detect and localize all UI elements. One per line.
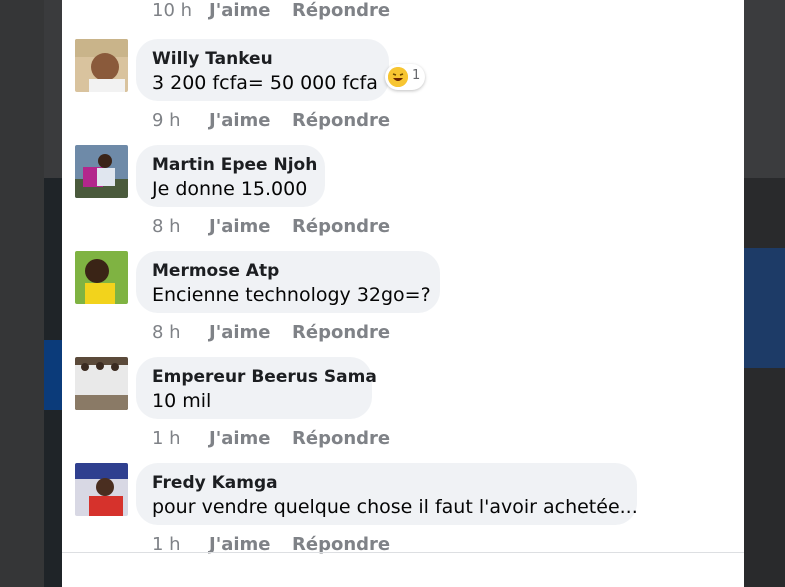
comment-item: Willy Tankeu 3 200 fcfa= 50 000 fcfa 1 9… bbox=[75, 39, 735, 135]
comment-time: 9 h bbox=[152, 110, 181, 131]
comment-time: 8 h bbox=[152, 322, 181, 343]
comment-author[interactable]: Fredy Kamga bbox=[152, 473, 278, 493]
background-right bbox=[744, 0, 785, 178]
comment-item: Fredy Kamga pour vendre quelque chose il… bbox=[75, 463, 735, 559]
avatar-image bbox=[75, 145, 128, 198]
comment-item: Mermose Atp Encienne technology 32go=? 8… bbox=[75, 251, 735, 347]
comment-author[interactable]: Willy Tankeu bbox=[152, 49, 273, 69]
avatar-image bbox=[75, 357, 128, 410]
reply-link[interactable]: Répondre bbox=[292, 322, 390, 343]
comment-text: Encienne technology 32go=? bbox=[152, 284, 431, 306]
avatar[interactable] bbox=[75, 463, 128, 516]
like-link[interactable]: J'aime bbox=[209, 110, 271, 131]
avatar[interactable] bbox=[75, 251, 128, 304]
comment-bubble: Empereur Beerus Sama 10 mil bbox=[136, 357, 377, 419]
comment-author[interactable]: Mermose Atp bbox=[152, 261, 279, 281]
avatar-image bbox=[75, 251, 128, 304]
comments-panel: 10 h J'aime Répondre Willy Tankeu 3 200 … bbox=[62, 0, 744, 587]
like-link[interactable]: J'aime bbox=[209, 428, 271, 449]
avatar-image bbox=[75, 39, 128, 92]
background-right-photo-accent bbox=[744, 248, 785, 368]
avatar[interactable] bbox=[75, 39, 128, 92]
comment-author[interactable]: Empereur Beerus Sama bbox=[152, 367, 377, 387]
comment-time: 10 h bbox=[152, 0, 193, 21]
avatar[interactable] bbox=[75, 357, 128, 410]
reply-link[interactable]: Répondre bbox=[292, 110, 390, 131]
comment-text: 10 mil bbox=[152, 390, 212, 412]
comment-author[interactable]: Martin Epee Njoh bbox=[152, 155, 317, 175]
comment-time: 1 h bbox=[152, 428, 181, 449]
like-link[interactable]: J'aime bbox=[209, 216, 271, 237]
reply-link[interactable]: Répondre bbox=[292, 216, 390, 237]
comment-time: 8 h bbox=[152, 216, 181, 237]
comment-bubble: Mermose Atp Encienne technology 32go=? bbox=[136, 251, 440, 313]
comment-text: Je donne 15.000 bbox=[152, 178, 308, 200]
background-right-photo bbox=[744, 178, 785, 587]
laugh-emoji-icon bbox=[388, 67, 408, 87]
reply-link[interactable]: Répondre bbox=[292, 0, 390, 21]
background-left-photo-accent bbox=[44, 340, 62, 410]
comment-bubble: Martin Epee Njoh Je donne 15.000 bbox=[136, 145, 325, 207]
comment-bubble: Fredy Kamga pour vendre quelque chose il… bbox=[136, 463, 638, 525]
like-link[interactable]: J'aime bbox=[209, 0, 271, 21]
background-left bbox=[0, 0, 44, 587]
comment-item: Martin Epee Njoh Je donne 15.000 8 h J'a… bbox=[75, 145, 735, 241]
divider bbox=[62, 552, 744, 553]
avatar-image bbox=[75, 463, 128, 516]
avatar[interactable] bbox=[75, 145, 128, 198]
comment-text: pour vendre quelque chose il faut l'avoi… bbox=[152, 496, 638, 518]
like-link[interactable]: J'aime bbox=[209, 322, 271, 343]
reaction-badge[interactable]: 1 bbox=[385, 64, 425, 90]
comment-item: Empereur Beerus Sama 10 mil 1 h J'aime R… bbox=[75, 357, 735, 453]
comment-bubble: Willy Tankeu 3 200 fcfa= 50 000 fcfa bbox=[136, 39, 389, 101]
comment-text: 3 200 fcfa= 50 000 fcfa bbox=[152, 72, 378, 94]
reply-link[interactable]: Répondre bbox=[292, 428, 390, 449]
reaction-count: 1 bbox=[412, 68, 421, 83]
